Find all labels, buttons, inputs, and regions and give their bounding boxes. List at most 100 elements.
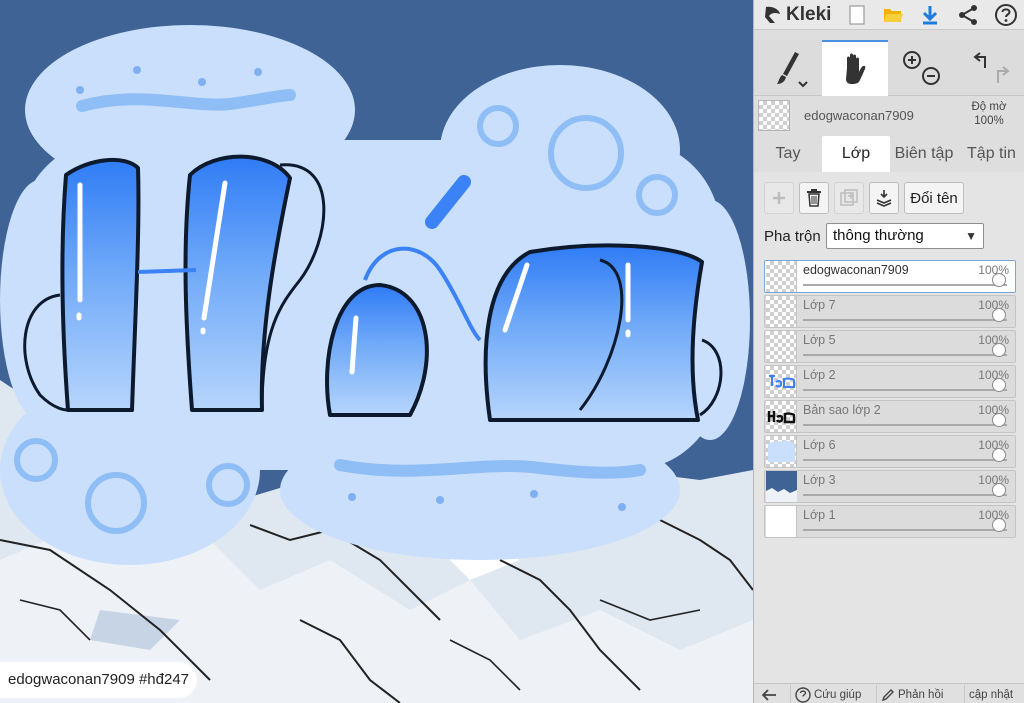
redo-icon[interactable]	[997, 66, 1010, 83]
layer-thumbnail	[766, 506, 797, 537]
question-circle-icon	[795, 686, 811, 703]
rename-layer-button[interactable]: Đổi tên	[904, 182, 964, 214]
canvas-artwork	[0, 0, 753, 703]
layer-thumbnail	[766, 366, 797, 397]
slider-knob[interactable]	[992, 378, 1006, 392]
tab-edit[interactable]: Biên tập	[890, 136, 958, 172]
drawing-canvas[interactable]: edogwaconan7909 #hđ247	[0, 0, 753, 703]
layer-opacity-slider[interactable]	[803, 483, 1007, 497]
layer-thumbnail	[766, 401, 797, 432]
merge-down-button[interactable]	[869, 182, 899, 214]
zoom-in-icon[interactable]	[903, 51, 921, 69]
layer-name: Lớp 2	[803, 368, 836, 382]
layer-opacity-slider[interactable]	[803, 413, 1007, 427]
folder-icon	[884, 9, 903, 22]
help-label: Cứu giúp	[814, 688, 862, 701]
new-image-button[interactable]	[844, 2, 870, 28]
brush-tool-button[interactable]	[754, 40, 820, 96]
open-image-button[interactable]	[880, 2, 906, 28]
layer-row[interactable]: Lớp 7 100%	[764, 295, 1016, 328]
arrow-left-icon	[761, 688, 776, 701]
zoom-buttons	[894, 40, 950, 96]
layer-opacity-slider[interactable]	[803, 448, 1007, 462]
layer-row[interactable]: Lớp 5 100%	[764, 330, 1016, 363]
current-layer-opacity: Độ mờ 100%	[959, 100, 1019, 128]
hand-icon	[846, 53, 866, 84]
top-bar: Kleki	[754, 0, 1024, 30]
undo-redo-buttons	[959, 40, 1019, 96]
undo-icon[interactable]	[973, 52, 986, 68]
question-icon	[995, 4, 1017, 26]
brush-icon	[777, 52, 808, 88]
save-image-button[interactable]	[917, 2, 943, 28]
trash-icon	[807, 189, 821, 207]
zoom-out-icon[interactable]	[922, 67, 940, 85]
bottom-bar: Cứu giúp Phản hồi cập nhật	[754, 683, 1024, 703]
layer-row[interactable]: Lớp 6 100%	[764, 435, 1016, 468]
tab-file[interactable]: Tập tin	[958, 136, 1024, 172]
layer-opacity-slider[interactable]	[803, 343, 1007, 357]
layer-opacity-slider[interactable]	[803, 518, 1007, 532]
feedback-label: Phản hồi	[898, 688, 944, 701]
layer-name: Lớp 7	[803, 298, 836, 312]
slider-knob[interactable]	[992, 483, 1006, 497]
collapse-panel-button[interactable]	[756, 685, 790, 703]
share-icon	[959, 5, 977, 25]
current-layer-name: edogwaconan7909	[804, 108, 914, 123]
blend-mode-select[interactable]: thông thường ▼	[826, 223, 984, 249]
layer-name: Lớp 6	[803, 438, 836, 452]
feedback-link[interactable]: Phản hồi	[876, 685, 964, 703]
merge-down-icon	[876, 190, 892, 207]
layers-pane: Đổi tên Pha trộn thông thường ▼ edogwaco…	[754, 172, 1024, 703]
slider-knob[interactable]	[992, 413, 1006, 427]
canvas-caption: edogwaconan7909 #hđ247	[0, 662, 198, 698]
layer-thumbnail	[766, 261, 797, 292]
layer-opacity-slider[interactable]	[803, 273, 1007, 287]
layer-name: edogwaconan7909	[803, 263, 909, 277]
current-layer-info: edogwaconan7909 Độ mờ 100%	[754, 96, 1024, 136]
layer-thumbnail	[766, 296, 797, 327]
plus-icon	[773, 192, 785, 204]
delete-layer-button[interactable]	[799, 182, 829, 214]
help-link[interactable]: Cứu giúp	[790, 685, 876, 703]
blend-mode-label: Pha trộn	[764, 228, 821, 245]
app-name: Kleki	[786, 4, 832, 25]
kleki-logo-icon	[765, 6, 780, 23]
duplicate-icon	[840, 189, 858, 206]
tab-brush[interactable]: Tay	[754, 136, 822, 172]
update-link[interactable]: cập nhật	[964, 685, 1024, 703]
layer-row[interactable]: edogwaconan7909 100%	[764, 260, 1016, 293]
new-file-icon	[849, 5, 865, 25]
tab-layers[interactable]: Lớp	[822, 136, 890, 172]
pencil-icon	[881, 688, 894, 701]
layer-row[interactable]: Lớp 3 100%	[764, 470, 1016, 503]
slider-knob[interactable]	[992, 343, 1006, 357]
opacity-value: 100%	[974, 115, 1004, 127]
hand-tool-button[interactable]	[822, 40, 888, 96]
layer-opacity-slider[interactable]	[803, 308, 1007, 322]
slider-knob[interactable]	[992, 308, 1006, 322]
app-logo[interactable]: Kleki	[762, 2, 831, 28]
layer-row[interactable]: Bản sao lớp 2 100%	[764, 400, 1016, 433]
slider-knob[interactable]	[992, 448, 1006, 462]
current-layer-thumbnail	[758, 100, 790, 131]
layer-name: Bản sao lớp 2	[803, 403, 881, 417]
slider-knob[interactable]	[992, 273, 1006, 287]
layer-row[interactable]: Lớp 2 100%	[764, 365, 1016, 398]
add-layer-button[interactable]	[764, 182, 794, 214]
layer-thumbnail	[766, 436, 797, 467]
help-button[interactable]	[993, 2, 1019, 28]
layer-name: Lớp 3	[803, 473, 836, 487]
layer-thumbnail	[766, 471, 797, 502]
side-panel: Kleki edogwaconan7909 Độ mờ 100% Tay Lớp…	[753, 0, 1024, 703]
slider-knob[interactable]	[992, 518, 1006, 532]
layer-row[interactable]: Lớp 1 100%	[764, 505, 1016, 538]
panel-tabs: Tay Lớp Biên tập Tập tin	[754, 136, 1024, 172]
tool-row	[754, 40, 1024, 96]
share-button[interactable]	[955, 2, 981, 28]
blend-mode-value: thông thường	[833, 227, 924, 244]
duplicate-layer-button[interactable]	[834, 182, 864, 214]
opacity-label: Độ mờ	[971, 101, 1007, 113]
chevron-down-icon: ▼	[965, 229, 977, 243]
layer-opacity-slider[interactable]	[803, 378, 1007, 392]
